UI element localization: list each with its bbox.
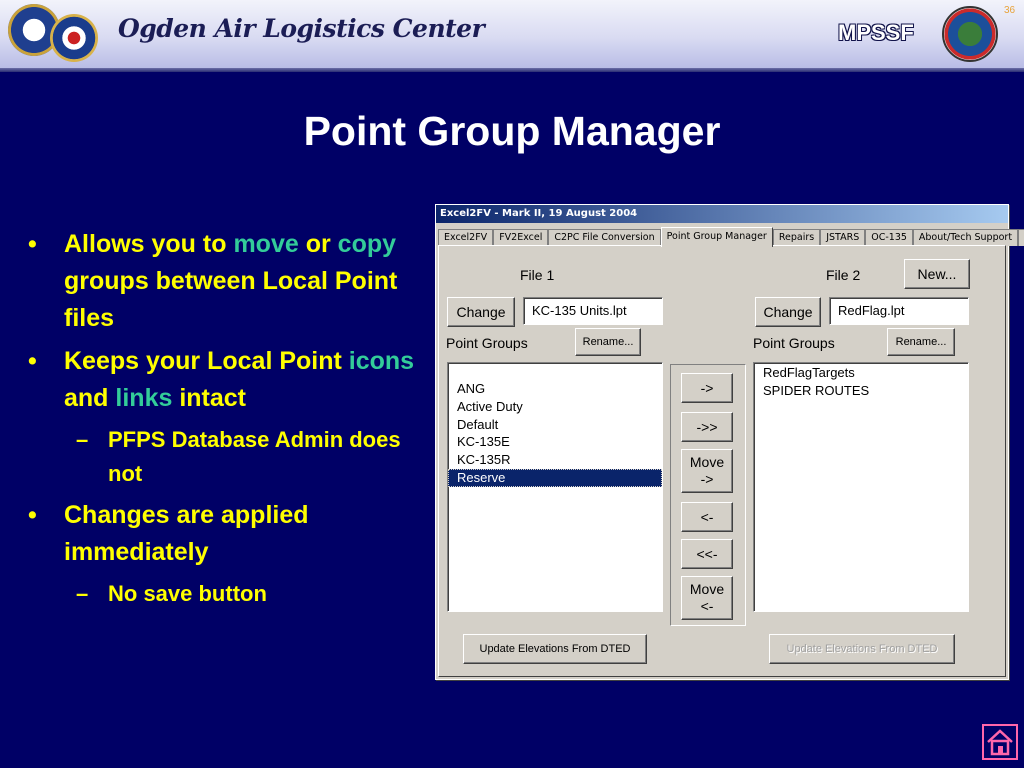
tab-point-group-manager[interactable]: Point Group Manager — [660, 227, 773, 247]
file1-change-button[interactable]: Change — [447, 297, 515, 327]
file1-groups-listbox[interactable]: ANG Active Duty Default KC-135E KC-135R … — [447, 362, 663, 612]
tab-excel2fv[interactable]: Excel2FV — [438, 229, 494, 246]
highlight-copy: copy — [337, 230, 397, 258]
window-title-bar: Excel2FV - Mark II, 19 August 2004 — [436, 205, 1008, 223]
bullet-dot: • — [28, 347, 37, 375]
bullet-dot: • — [28, 501, 37, 529]
tab-jstars[interactable]: JSTARS — [820, 229, 866, 246]
sub-bullet-item: – PFPS Database Admin does not — [28, 423, 428, 491]
tab-about-tech-support[interactable]: About/Tech Support — [912, 229, 1019, 246]
file1-label: File 1 — [520, 267, 555, 283]
wing-emblem-logo — [50, 14, 98, 62]
list-item[interactable]: RedFlagTargets — [754, 364, 968, 382]
tab-strip: Excel2FV FV2Excel C2PC File Conversion P… — [438, 227, 1024, 247]
copy-all-right-button[interactable]: ->> — [681, 412, 733, 442]
sub-bullet-item: – No save button — [28, 577, 428, 611]
highlight-move: move — [233, 230, 299, 258]
copy-all-left-button[interactable]: <<- — [681, 539, 733, 569]
home-icon[interactable] — [982, 724, 1018, 760]
sub-bullet-dash: – — [76, 427, 89, 452]
file2-change-button[interactable]: Change — [755, 297, 821, 327]
tab-c2pc-file-conversion[interactable]: C2PC File Conversion — [548, 229, 661, 246]
file2-label: File 2 — [826, 267, 861, 283]
tab-overflow[interactable]: V — [1018, 229, 1024, 246]
sub-bullet-dash: – — [76, 581, 89, 606]
bullet-list: • Allows you to move or copy groups betw… — [28, 226, 428, 617]
list-item[interactable]: SPIDER ROUTES — [754, 382, 968, 400]
list-item[interactable]: KC-135R — [448, 451, 662, 469]
list-item[interactable]: Active Duty — [448, 398, 662, 416]
highlight-icons: icons — [348, 347, 415, 375]
mpssf-seal-logo — [942, 6, 998, 62]
slide-number: 36 — [1004, 5, 1016, 16]
copy-left-button[interactable]: <- — [681, 502, 733, 532]
file1-point-groups-label: Point Groups — [446, 335, 528, 351]
bullet-item: • Changes are applied immediately — [28, 497, 428, 571]
slide-title: Point Group Manager — [303, 108, 721, 154]
list-item[interactable]: ANG — [448, 380, 662, 398]
list-item[interactable]: Default — [448, 416, 662, 434]
bullet-item: • Keeps your Local Point icons and links… — [28, 343, 428, 417]
home-icon-glyph — [987, 729, 1013, 756]
program-name: MPSSF — [838, 20, 914, 45]
highlight-links: links — [115, 384, 173, 412]
tab-repairs[interactable]: Repairs — [772, 229, 821, 246]
file2-point-groups-label: Point Groups — [753, 335, 835, 351]
file2-name-field[interactable]: RedFlag.lpt — [829, 297, 969, 325]
move-left-button[interactable]: Move <- — [681, 576, 733, 620]
file1-name-field[interactable]: KC-135 Units.lpt — [523, 297, 663, 325]
file2-update-elevations-button: Update Elevations From DTED — [769, 634, 955, 664]
tab-oc-135[interactable]: OC-135 — [865, 229, 913, 246]
file1-update-elevations-button[interactable]: Update Elevations From DTED — [463, 634, 647, 664]
copy-right-button[interactable]: -> — [681, 373, 733, 403]
list-item-selected[interactable]: Reserve — [448, 468, 662, 487]
list-item[interactable]: KC-135E — [448, 433, 662, 451]
org-name: Ogden Air Logistics Center — [118, 14, 485, 43]
file2-new-button[interactable]: New... — [904, 259, 970, 289]
tab-fv2excel[interactable]: FV2Excel — [493, 229, 549, 246]
bullet-item: • Allows you to move or copy groups betw… — [28, 226, 428, 337]
file1-rename-button[interactable]: Rename... — [575, 328, 641, 356]
file2-groups-listbox[interactable]: RedFlagTargets SPIDER ROUTES — [753, 362, 969, 612]
bullet-dot: • — [28, 230, 37, 258]
header-divider — [0, 68, 1024, 72]
file2-rename-button[interactable]: Rename... — [887, 328, 955, 356]
move-right-button[interactable]: Move -> — [681, 449, 733, 493]
